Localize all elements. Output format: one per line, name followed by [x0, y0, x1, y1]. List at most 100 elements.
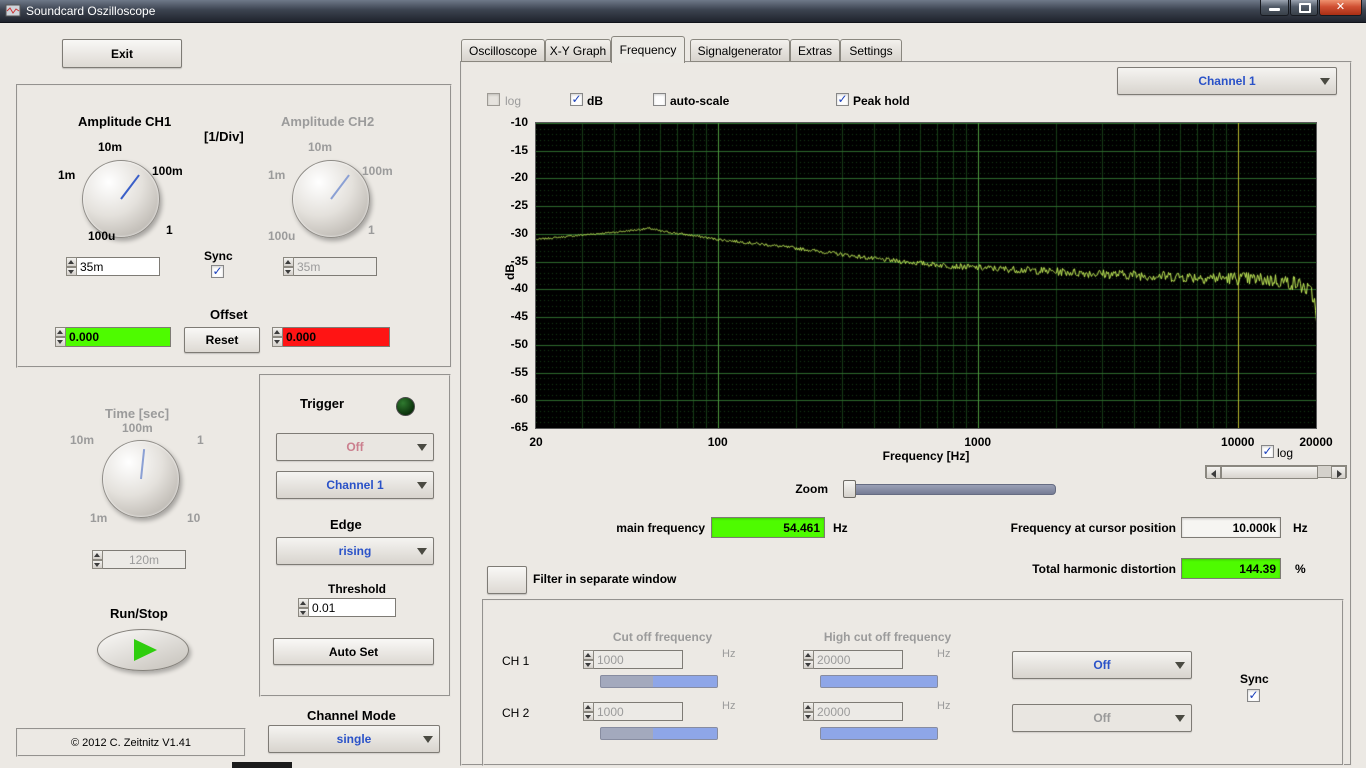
slider-fill — [653, 676, 717, 687]
increment-icon[interactable] — [583, 702, 594, 712]
tab-extras[interactable]: Extras — [790, 39, 840, 62]
trigger-edge-dropdown[interactable]: rising — [276, 537, 434, 565]
tab-xy-graph[interactable]: X-Y Graph — [545, 39, 611, 62]
zoom-label: Zoom — [795, 482, 828, 496]
filter-ch1-cutoff-slider[interactable] — [600, 675, 718, 688]
filter-ch2-cutoff-value[interactable]: 1000 — [594, 702, 683, 721]
increment-icon[interactable] — [803, 650, 814, 660]
log-y-checkbox[interactable] — [487, 93, 500, 106]
filter-ch2-mode-value: Off — [1093, 711, 1111, 725]
increment-icon[interactable] — [803, 702, 814, 712]
offset-reset-button[interactable]: Reset — [184, 327, 260, 353]
filter-ch1-highcut-value[interactable]: 20000 — [814, 650, 903, 669]
decrement-icon[interactable] — [66, 266, 77, 276]
zoom-slider-thumb[interactable] — [843, 480, 856, 498]
spectrum-canvas[interactable] — [536, 123, 1316, 428]
amplitude-ch1-knob[interactable] — [82, 160, 160, 238]
offset-ch1-spinner[interactable]: 0.000 — [55, 327, 171, 347]
offset-ch2-spinner[interactable]: 0.000 — [272, 327, 390, 347]
filter-ch1-cutoff-value[interactable]: 1000 — [594, 650, 683, 669]
scrollbar-thumb[interactable] — [1221, 466, 1318, 479]
filter-ch2-cutoff-spinner[interactable]: 1000 — [583, 702, 683, 721]
sync-checkbox[interactable] — [211, 265, 224, 278]
spectrum-scrollbar[interactable] — [1205, 465, 1347, 479]
thd-label: Total harmonic distortion — [1032, 562, 1176, 576]
tab-oscilloscope[interactable]: Oscilloscope — [461, 39, 545, 62]
filter-ch2-highcut-value[interactable]: 20000 — [814, 702, 903, 721]
peak-hold-checkbox[interactable] — [836, 93, 849, 106]
decrement-icon[interactable] — [803, 659, 814, 669]
decrement-icon[interactable] — [272, 337, 283, 347]
increment-icon[interactable] — [272, 327, 283, 337]
knob-tick-label: 1 — [197, 433, 204, 447]
exit-button[interactable]: Exit — [62, 39, 182, 68]
y-axis-tick-label: -65 — [510, 420, 528, 434]
decrement-icon[interactable] — [583, 659, 594, 669]
maximize-button[interactable] — [1290, 0, 1318, 16]
slider-fill — [821, 728, 937, 739]
minimize-button[interactable] — [1260, 0, 1289, 16]
filter-ch2-mode-dropdown[interactable]: Off — [1012, 704, 1192, 732]
threshold-spinner[interactable]: 0.01 — [298, 598, 396, 617]
spectrum-channel-dropdown[interactable]: Channel 1 — [1117, 67, 1337, 95]
hz-unit-label: Hz — [722, 700, 736, 712]
filter-ch1-cutoff-spinner[interactable]: 1000 — [583, 650, 683, 669]
filter-sync-checkbox[interactable] — [1247, 689, 1260, 702]
offset-ch2-value[interactable]: 0.000 — [283, 327, 390, 347]
db-checkbox[interactable] — [570, 93, 583, 106]
threshold-value[interactable]: 0.01 — [309, 598, 396, 617]
channel-mode-dropdown[interactable]: single — [268, 725, 440, 753]
increment-icon[interactable] — [55, 327, 66, 337]
filter-ch2-highcut-spinner[interactable]: 20000 — [803, 702, 903, 721]
main-frequency-label: main frequency — [616, 521, 705, 535]
log-x-label: log — [1277, 446, 1294, 460]
scroll-right-icon[interactable] — [1331, 466, 1346, 479]
tab-frequency[interactable]: Frequency — [611, 36, 685, 63]
y-axis-tick-label: -40 — [510, 281, 528, 296]
filter-ch2-highcut-slider[interactable] — [820, 727, 938, 740]
y-axis-tick-label: -10 — [510, 115, 528, 129]
filter-window-button[interactable] — [487, 566, 527, 594]
tab-settings[interactable]: Settings — [840, 39, 902, 62]
decrement-icon[interactable] — [55, 337, 66, 347]
time-value[interactable]: 120m — [103, 550, 186, 569]
spectrum-plot[interactable]: -10 -15 -20 -25 -30 -35 -40 -45 -50 -55 -60 -65 20 10… — [511, 115, 1333, 449]
log-x-checkbox[interactable] — [1261, 445, 1274, 458]
auto-set-button[interactable]: Auto Set — [273, 638, 434, 665]
amplitude-ch1-spinner[interactable]: 35m — [66, 257, 160, 276]
decrement-icon[interactable] — [298, 607, 309, 617]
filter-ch2-cutoff-slider[interactable] — [600, 727, 718, 740]
y-axis-tick-label: -60 — [510, 392, 528, 407]
knob-tick-label: 1 — [368, 223, 375, 237]
decrement-icon[interactable] — [803, 711, 814, 721]
amplitude-ch2-value[interactable]: 35m — [294, 257, 377, 276]
run-stop-button[interactable] — [97, 629, 189, 671]
filter-ch1-mode-dropdown[interactable]: Off — [1012, 651, 1192, 679]
auto-scale-checkbox[interactable] — [653, 93, 666, 106]
time-knob[interactable] — [102, 440, 180, 518]
trigger-mode-dropdown[interactable]: Off — [276, 433, 434, 461]
auto-scale-label: auto-scale — [670, 94, 730, 108]
zoom-slider[interactable] — [842, 480, 1058, 498]
decrement-icon[interactable] — [283, 266, 294, 276]
increment-icon[interactable] — [583, 650, 594, 660]
offset-ch1-value[interactable]: 0.000 — [66, 327, 171, 347]
amplitude-ch2-knob[interactable] — [292, 160, 370, 238]
amplitude-ch2-spinner[interactable]: 35m — [283, 257, 377, 276]
increment-icon[interactable] — [298, 598, 309, 608]
decrement-icon[interactable] — [583, 711, 594, 721]
filter-ch1-highcut-slider[interactable] — [820, 675, 938, 688]
time-spinner[interactable]: 120m — [92, 550, 186, 569]
filter-ch1-highcut-spinner[interactable]: 20000 — [803, 650, 903, 669]
trigger-source-dropdown[interactable]: Channel 1 — [276, 471, 434, 499]
scroll-left-icon[interactable] — [1206, 466, 1221, 479]
decrement-icon[interactable] — [92, 559, 103, 569]
increment-icon[interactable] — [283, 257, 294, 267]
tab-signalgenerator[interactable]: Signalgenerator — [690, 39, 790, 62]
cursor-frequency-label: Frequency at cursor position — [1010, 521, 1176, 535]
amplitude-ch1-value[interactable]: 35m — [77, 257, 160, 276]
increment-icon[interactable] — [66, 257, 77, 267]
increment-icon[interactable] — [92, 550, 103, 560]
close-button[interactable]: ✕ — [1319, 0, 1362, 16]
zoom-slider-track[interactable] — [848, 484, 1056, 495]
